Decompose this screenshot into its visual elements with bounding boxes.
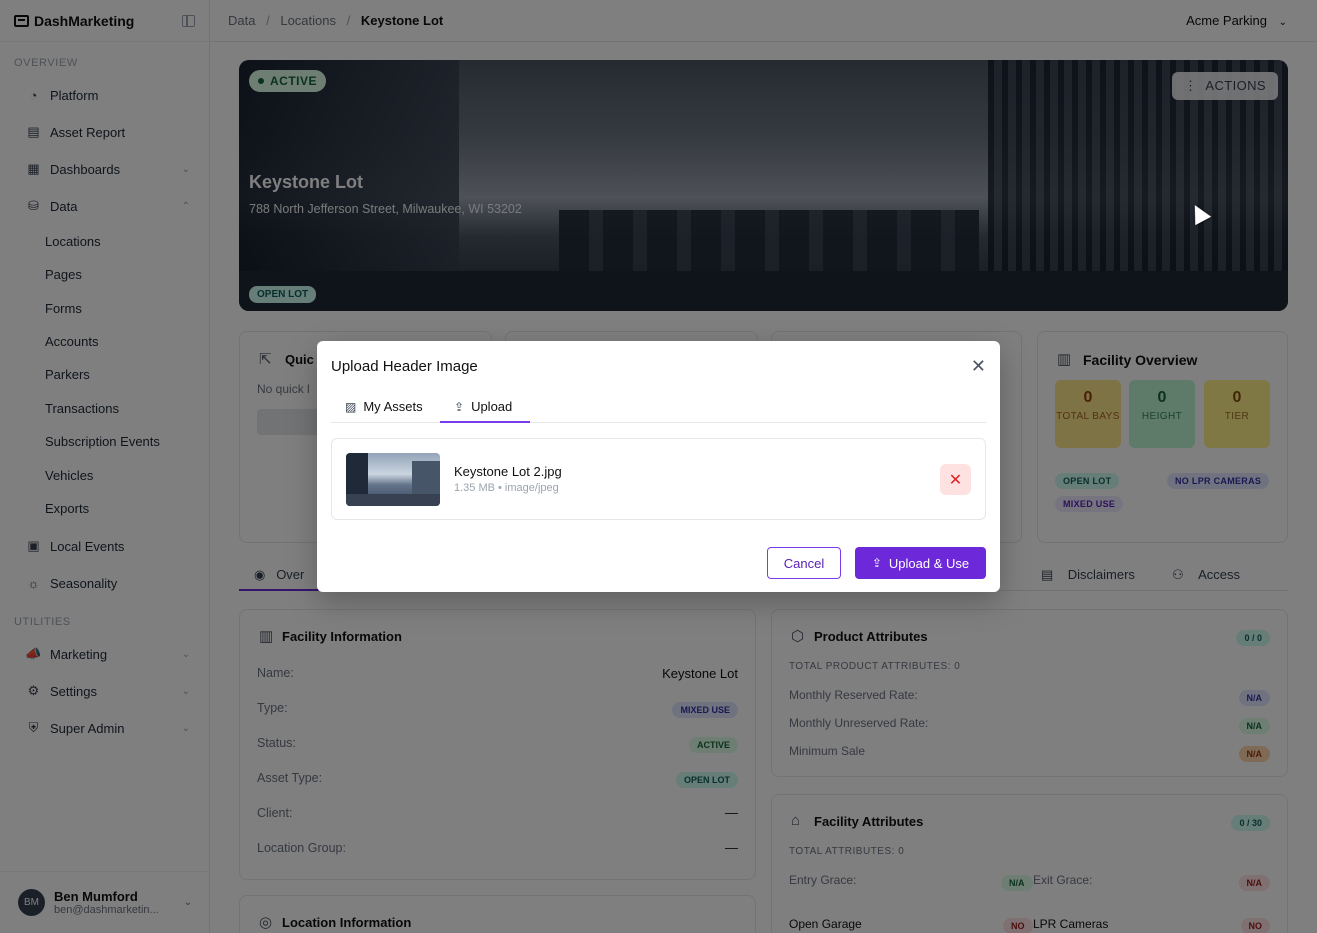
tab-label: Upload	[471, 399, 513, 414]
selected-file: Keystone Lot 2.jpg 1.35 MB • image/jpeg …	[331, 438, 986, 520]
close-icon: ✕	[948, 471, 963, 489]
modal-title: Upload Header Image	[331, 358, 478, 375]
tab-my-assets[interactable]: ▨ My Assets	[345, 399, 423, 414]
tab-label: My Assets	[363, 399, 423, 414]
file-thumbnail	[346, 453, 440, 506]
upload-icon: ⇪	[454, 399, 465, 414]
close-icon[interactable]: ✕	[971, 357, 986, 375]
modal-tabs-divider	[331, 422, 986, 423]
remove-file-button[interactable]: ✕	[940, 464, 971, 495]
upload-button-label: Upload & Use	[888, 555, 970, 571]
file-meta: 1.35 MB • image/jpeg	[454, 482, 559, 494]
tab-active-indicator	[440, 421, 530, 423]
file-name: Keystone Lot 2.jpg	[454, 464, 562, 479]
image-icon: ▨	[345, 399, 357, 414]
upload-header-image-modal: Upload Header Image ✕ ▨ My Assets ⇪ Uplo…	[317, 341, 1000, 592]
tab-upload[interactable]: ⇪ Upload	[454, 399, 512, 414]
upload-icon: ⇪	[871, 556, 882, 570]
upload-and-use-button[interactable]: ⇪ Upload & Use	[855, 547, 986, 579]
cancel-button[interactable]: Cancel	[767, 547, 841, 579]
thumbnail-road	[346, 494, 440, 506]
